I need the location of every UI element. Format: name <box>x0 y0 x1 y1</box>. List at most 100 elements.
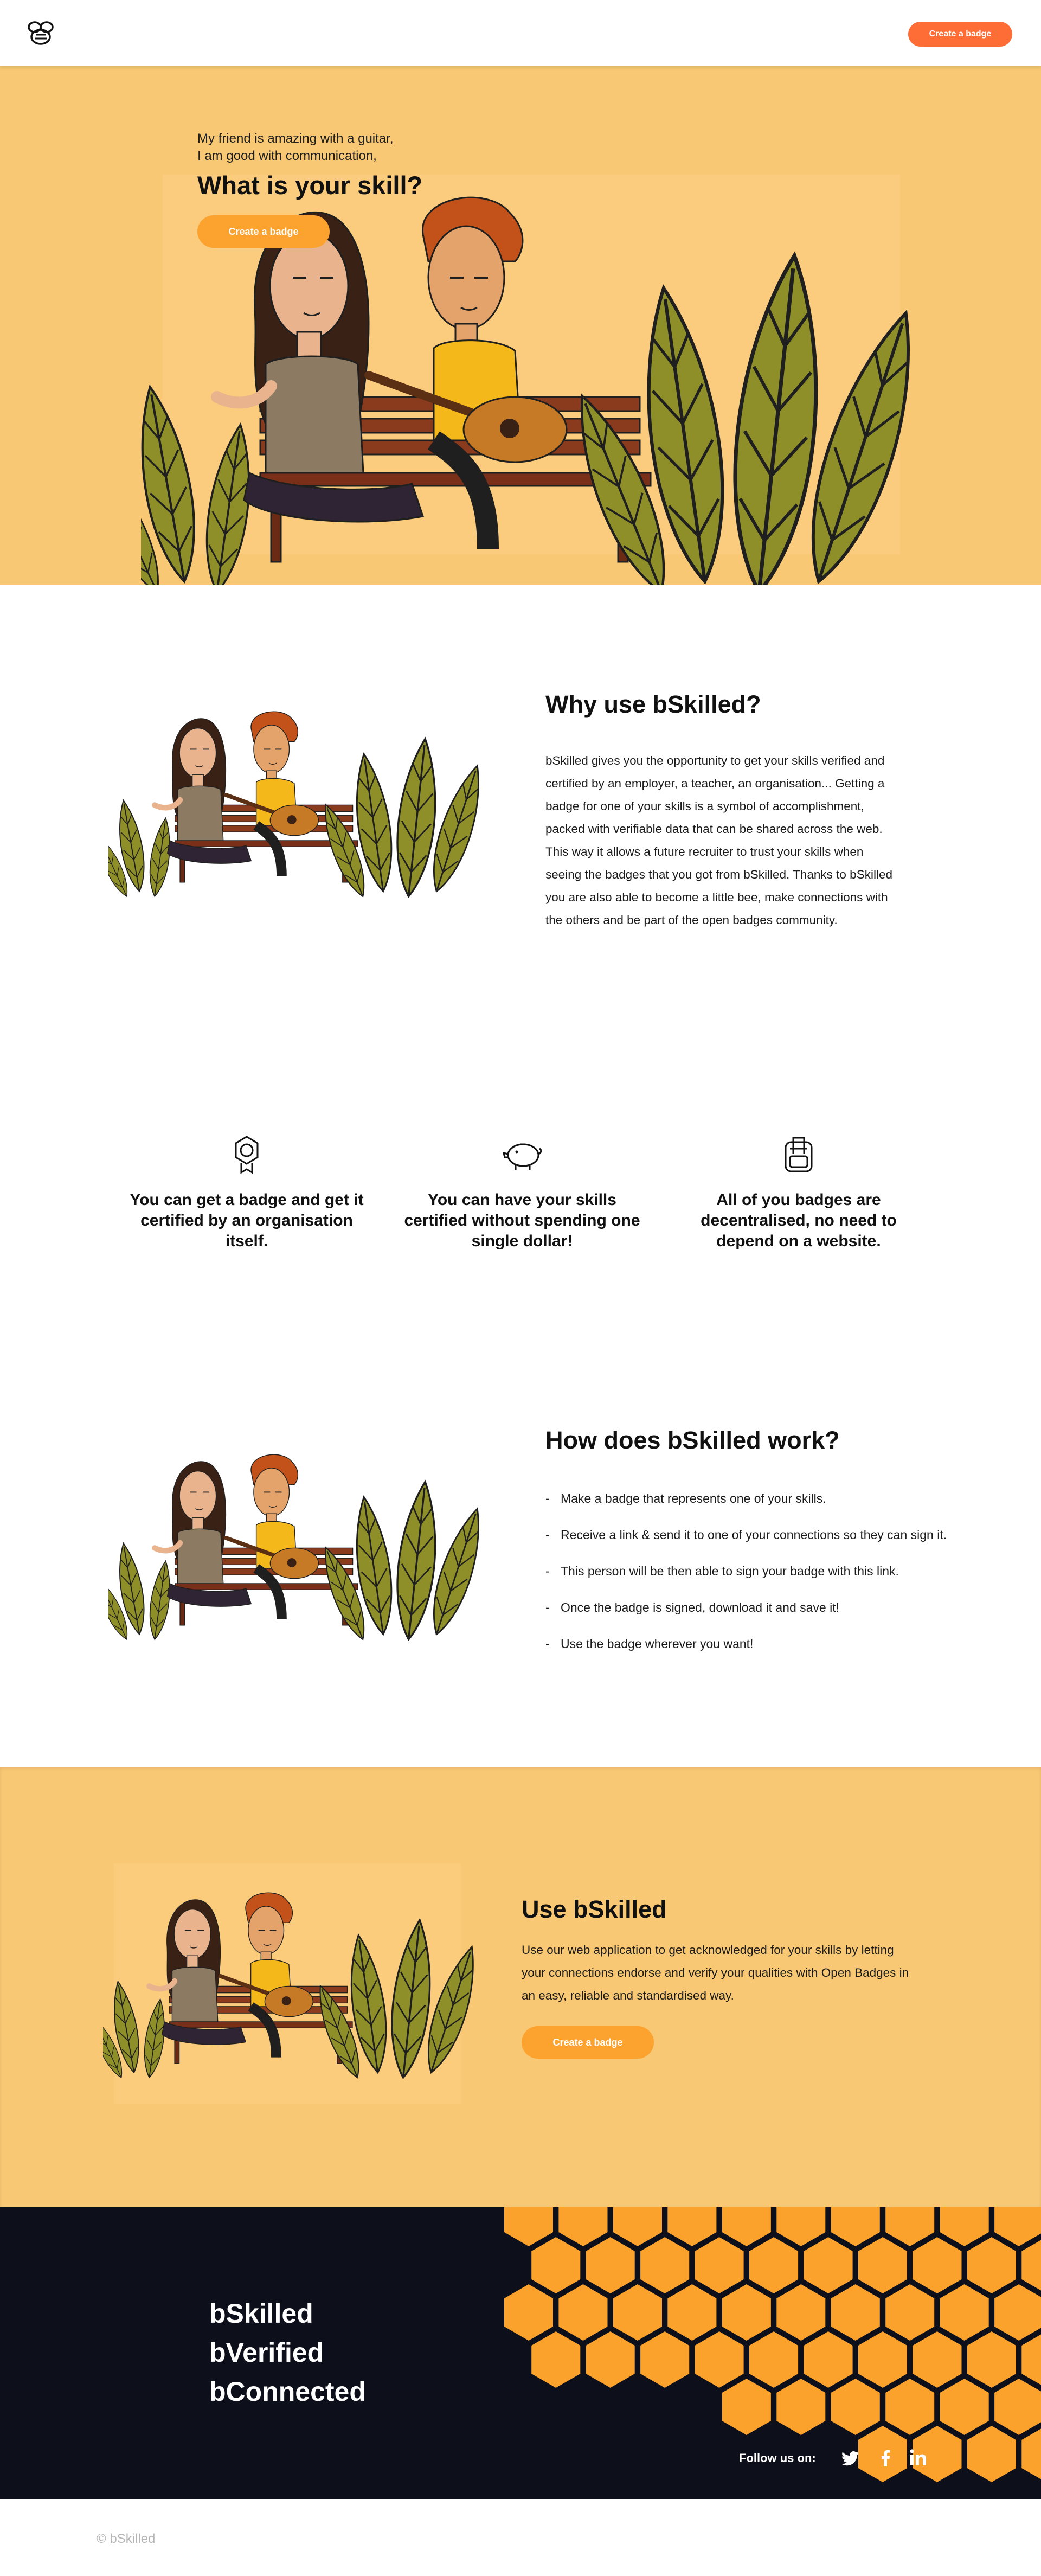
use-section: Use bSkilled Use our web application to … <box>0 1767 1041 2207</box>
tagline-skilled: bSkilled <box>209 2298 313 2329</box>
honeycomb-cell <box>640 2331 690 2388</box>
honeycomb-cell <box>776 2284 826 2341</box>
honeycomb-cell <box>994 2284 1041 2341</box>
honeycomb-cell <box>558 2284 608 2341</box>
honeycomb-cell <box>667 2207 717 2246</box>
honeycomb-cell <box>558 2207 608 2246</box>
how-step: - Receive a link & send it to one of your… <box>545 1527 947 1543</box>
honeycomb-cell <box>913 2237 962 2293</box>
step-text: Use the badge wherever you want! <box>561 1637 754 1651</box>
honeycomb-cell <box>613 2207 662 2246</box>
honeycomb-cell <box>831 2379 880 2435</box>
tagline-connected: bConnected <box>209 2376 366 2407</box>
honeycomb-cell <box>858 2237 907 2293</box>
honeycomb-cell <box>831 2207 880 2246</box>
feature-text: You can get a badge and get it certified… <box>130 1191 364 1250</box>
bullet: - <box>545 1491 550 1505</box>
header-create-badge-button[interactable]: Create a badge <box>908 22 1012 47</box>
why-illustration <box>108 656 488 949</box>
honeycomb-cell <box>667 2284 717 2341</box>
honeycomb-cell <box>804 2237 853 2293</box>
honeycomb-cell <box>940 2207 989 2246</box>
twitter-icon[interactable] <box>840 2447 862 2469</box>
why-title: Why use bSkilled? <box>545 690 761 718</box>
honeycomb-cell <box>722 2379 771 2435</box>
bee-logo-icon[interactable] <box>27 21 54 46</box>
honeycomb-cell <box>776 2379 826 2435</box>
how-illustration <box>108 1399 488 1692</box>
step-text: Receive a link & send it to one of your … <box>561 1528 947 1542</box>
step-text: Once the badge is signed, download it an… <box>561 1600 840 1614</box>
honeycomb-cell <box>640 2237 690 2293</box>
hero-text: My friend is amazing with a guitar, I am… <box>197 130 479 203</box>
hero-line-1: My friend is amazing with a guitar, <box>197 131 394 146</box>
honeycomb-cell <box>885 2379 935 2435</box>
honeycomb-cell <box>722 2284 771 2341</box>
honeycomb-cell <box>858 2331 907 2388</box>
honeycomb-cell <box>504 2284 553 2341</box>
honeycomb-cell <box>804 2331 853 2388</box>
honeycomb-cell <box>994 2207 1041 2246</box>
honeycomb-cell <box>1021 2240 1041 2291</box>
honeycomb-cell <box>695 2331 744 2388</box>
honeycomb-cell <box>531 2237 581 2293</box>
hero-section: My friend is amazing with a guitar, I am… <box>0 66 1041 585</box>
honeycomb-cell <box>531 2331 581 2388</box>
facebook-icon[interactable] <box>875 2447 897 2469</box>
honeycomb-cell <box>831 2284 880 2341</box>
step-text: Make a badge that represents one of your… <box>561 1491 826 1505</box>
use-create-badge-button[interactable]: Create a badge <box>522 2026 654 2059</box>
honeycomb-cell <box>1021 2334 1041 2385</box>
honeycomb-cell <box>1021 2428 1041 2479</box>
site-header: Create a badge <box>0 0 1041 66</box>
hero-create-badge-button[interactable]: Create a badge <box>197 215 330 248</box>
badge-award-icon <box>225 1132 268 1176</box>
honeycomb-cell <box>967 2426 1016 2482</box>
tagline-verified: bVerified <box>209 2337 324 2368</box>
honeycomb-cell <box>776 2207 826 2246</box>
honeycomb-cell <box>586 2237 635 2293</box>
honeycomb-cell <box>967 2237 1016 2293</box>
how-title: How does bSkilled work? <box>545 1426 840 1454</box>
honeycomb-cell <box>885 2284 935 2341</box>
backpack-icon <box>777 1132 820 1176</box>
step-text: This person will be then able to sign yo… <box>561 1564 899 1578</box>
honeycomb-cell <box>613 2284 662 2341</box>
use-body: Use our web application to get acknowled… <box>522 1943 909 2002</box>
honeycomb-cell <box>749 2237 799 2293</box>
use-title: Use bSkilled <box>522 1895 667 1923</box>
bullet: - <box>545 1564 550 1578</box>
bullet: - <box>545 1528 550 1542</box>
honeycomb-cell <box>967 2331 1016 2388</box>
honeycomb-cell <box>722 2207 771 2246</box>
feature-text: You can have your skills certified witho… <box>404 1191 640 1250</box>
why-body: bSkilled gives you the opportunity to ge… <box>545 754 892 927</box>
how-step: - Once the badge is signed, download it a… <box>545 1599 947 1616</box>
feature-free: You can have your skills certified witho… <box>397 1132 647 1252</box>
piggy-bank-icon <box>500 1132 544 1176</box>
hero-question: What is your skill? <box>197 171 423 200</box>
honeycomb-cell <box>695 2237 744 2293</box>
footer-section: bSkilled bVerified bConnected Follow us … <box>0 2207 1041 2499</box>
honeycomb-cell <box>913 2331 962 2388</box>
honeycomb-cell <box>994 2379 1041 2435</box>
hero-line-2: I am good with communication, <box>197 149 377 163</box>
feature-certified: You can get a badge and get it certified… <box>122 1132 371 1252</box>
how-step: - Make a badge that represents one of you… <box>545 1490 947 1507</box>
honeycomb-cell <box>940 2379 989 2435</box>
use-illustration <box>103 1863 483 2104</box>
honeycomb-cell <box>940 2284 989 2341</box>
how-steps-list: - Make a badge that represents one of you… <box>545 1490 947 1672</box>
linkedin-icon[interactable] <box>907 2447 929 2469</box>
how-step: - This person will be then able to sign y… <box>545 1563 947 1579</box>
bullet: - <box>545 1637 550 1651</box>
copyright: © bSkilled <box>97 2532 156 2546</box>
how-step: - Use the badge wherever you want! <box>545 1636 947 1652</box>
footer-tagline: bSkilled bVerified bConnected <box>209 2294 366 2411</box>
honeycomb-cell <box>504 2207 553 2246</box>
follow-label: Follow us on: <box>739 2451 816 2465</box>
feature-decentralised: All of you badges are decentralised, no … <box>674 1132 923 1252</box>
honeycomb-cell <box>885 2207 935 2246</box>
honeycomb-cell <box>586 2331 635 2388</box>
bullet: - <box>545 1600 550 1614</box>
